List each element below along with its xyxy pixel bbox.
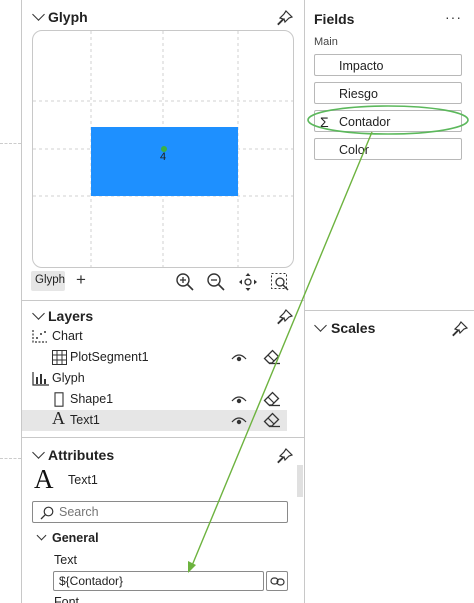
layer-item-text1[interactable]: A Text1 xyxy=(22,408,287,431)
next-attribute-label: Font xyxy=(54,595,80,603)
field-item-riesgo[interactable]: Riesgo xyxy=(314,82,462,104)
layers-attributes-divider xyxy=(22,437,304,438)
scales-collapse-chevron-icon[interactable] xyxy=(314,319,327,332)
layer-item-chart[interactable]: Chart xyxy=(22,326,287,347)
center-divider[interactable] xyxy=(304,0,305,603)
general-section-title: General xyxy=(52,531,99,545)
layer-item-plotsegment1[interactable]: PlotSegment1 xyxy=(22,347,287,368)
field-item-impacto[interactable]: Impacto xyxy=(314,54,462,76)
layer-item-shape1[interactable]: Shape1 xyxy=(22,389,287,410)
element-type-glyph-icon: A xyxy=(34,464,54,494)
general-collapse-chevron-icon[interactable] xyxy=(36,530,47,541)
field-item-label: Color xyxy=(339,143,369,157)
layer-item-label: Chart xyxy=(52,329,83,343)
glyph-icon xyxy=(32,372,49,386)
field-item-contador[interactable]: Σ Contador xyxy=(314,110,462,132)
fields-panel-title: Fields xyxy=(314,11,355,27)
fields-section-main: Main xyxy=(314,36,338,48)
eraser-icon[interactable] xyxy=(263,412,281,428)
search-icon xyxy=(40,506,54,520)
zoom-to-selection-icon[interactable] xyxy=(270,272,290,292)
glyph-collapse-chevron-icon[interactable] xyxy=(32,8,45,21)
attributes-collapse-chevron-icon[interactable] xyxy=(32,446,45,459)
text-icon: A xyxy=(52,408,65,428)
glyph-layers-divider xyxy=(22,300,304,301)
pin-icon[interactable] xyxy=(277,309,293,325)
field-item-label: Impacto xyxy=(339,59,384,73)
pin-icon[interactable] xyxy=(277,10,293,26)
field-item-label: Riesgo xyxy=(339,87,378,101)
glyph-panel-title: Glyph xyxy=(48,9,88,25)
pin-icon[interactable] xyxy=(277,448,293,464)
glyph-tab[interactable]: Glyph xyxy=(31,271,65,291)
link-icon xyxy=(270,577,285,586)
field-item-color[interactable]: Color xyxy=(314,138,462,160)
glyph-canvas[interactable]: 4 xyxy=(32,30,294,268)
layer-item-label: Shape1 xyxy=(70,392,114,406)
scales-panel-title: Scales xyxy=(331,320,376,336)
fit-view-icon[interactable] xyxy=(238,272,258,292)
left-edge-divider xyxy=(21,0,22,603)
text-attribute-label: Text xyxy=(54,553,77,567)
bind-data-button[interactable] xyxy=(266,571,288,591)
attributes-search-box[interactable] xyxy=(32,501,288,523)
glyph-tab-label: Glyph xyxy=(35,274,66,286)
element-name: Text1 xyxy=(68,473,98,487)
grid-icon xyxy=(52,350,67,365)
layer-item-glyph[interactable]: Glyph xyxy=(22,368,287,389)
layers-panel-title: Layers xyxy=(48,308,94,324)
eraser-icon[interactable] xyxy=(263,391,281,407)
field-item-label: Contador xyxy=(339,115,391,129)
layer-item-label: PlotSegment1 xyxy=(70,350,149,364)
chart-icon xyxy=(32,330,47,343)
text-attribute-field[interactable]: ${Contador} xyxy=(53,571,264,591)
fields-scales-divider xyxy=(305,310,474,311)
eye-icon[interactable] xyxy=(231,352,247,364)
layers-collapse-chevron-icon[interactable] xyxy=(32,307,45,320)
text1-mark[interactable]: 4 xyxy=(160,151,166,163)
attributes-scrollbar[interactable] xyxy=(297,465,303,497)
left-gutter-tick xyxy=(0,458,21,459)
zoom-in-icon[interactable] xyxy=(175,272,195,292)
attributes-panel-title: Attributes xyxy=(48,447,115,463)
eye-icon[interactable] xyxy=(231,394,247,406)
zoom-out-icon[interactable] xyxy=(206,272,226,292)
eye-icon[interactable] xyxy=(231,415,247,427)
pin-icon[interactable] xyxy=(452,321,468,337)
layer-item-label: Text1 xyxy=(70,413,100,427)
text-attribute-value[interactable]: ${Contador} xyxy=(59,574,123,588)
eraser-icon[interactable] xyxy=(263,349,281,365)
sigma-icon: Σ xyxy=(320,114,329,130)
layer-item-label: Glyph xyxy=(52,371,85,385)
search-input[interactable] xyxy=(59,504,279,520)
left-gutter-tick xyxy=(0,143,21,144)
rectangle-icon xyxy=(54,392,64,407)
add-glyph-button[interactable]: + xyxy=(76,270,86,290)
more-options-icon[interactable]: ··· xyxy=(445,9,462,25)
